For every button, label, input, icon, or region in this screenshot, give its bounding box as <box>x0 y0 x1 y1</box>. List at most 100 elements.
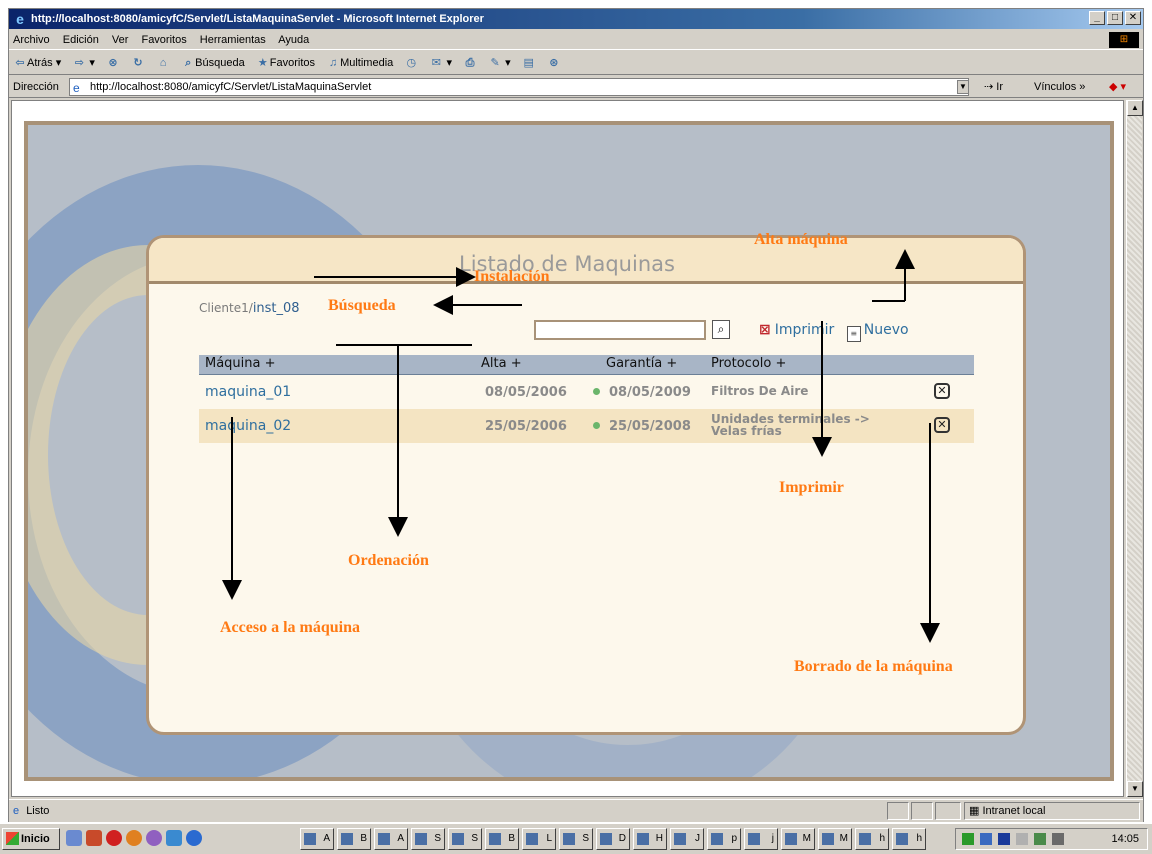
annotation-alta: Alta máquina <box>754 231 848 248</box>
edit-icon: ✎ <box>490 57 500 69</box>
alta-date: 25/05/2006 <box>485 419 567 434</box>
window-title: http://localhost:8080/amicyfC/Servlet/Li… <box>31 13 484 25</box>
start-button[interactable]: Inicio <box>2 828 60 850</box>
tool-icon[interactable] <box>86 830 102 846</box>
task-button[interactable]: S <box>448 828 482 850</box>
media-icon: ♫ <box>328 57 338 69</box>
sort-garantia-header[interactable]: Garantía + <box>606 356 677 371</box>
stop-app-icon[interactable] <box>106 830 122 846</box>
multimedia-button[interactable]: ♫ Multimedia <box>326 51 393 75</box>
task-button[interactable]: S <box>559 828 593 850</box>
new-link[interactable]: ≡ Nuevo <box>839 322 909 342</box>
home-button[interactable]: ⌂ <box>156 51 170 75</box>
windows-flag-icon <box>6 832 19 845</box>
messenger-button[interactable]: ⊛ <box>547 51 561 75</box>
vertical-scrollbar[interactable]: ▲ ▼ <box>1126 100 1143 797</box>
sort-alta-header[interactable]: Alta + <box>481 356 522 371</box>
scroll-down-icon[interactable]: ▼ <box>1127 781 1143 797</box>
sort-machine-header[interactable]: Máquina + <box>205 356 276 371</box>
forward-button[interactable]: ⇨ ▾ <box>72 51 95 75</box>
task-button[interactable]: S <box>411 828 445 850</box>
go-label: Ir <box>996 81 1004 93</box>
tray-users-icon[interactable] <box>980 833 992 845</box>
delete-icon[interactable]: ✕ <box>934 417 950 433</box>
action-links: ⊠ Imprimir ≡ Nuevo <box>759 322 909 342</box>
mail-button[interactable]: ✉ ▾ <box>429 51 452 75</box>
volume-icon[interactable] <box>1016 833 1028 845</box>
print-label: Imprimir <box>774 322 835 338</box>
stop-button[interactable]: ⊗ <box>106 51 120 75</box>
messenger-icon: ⊛ <box>549 57 559 69</box>
task-button[interactable]: B <box>337 828 371 850</box>
discuss-button[interactable]: ▤ <box>522 51 536 75</box>
sort-protocolo-header[interactable]: Protocolo + <box>711 356 786 371</box>
garantia-date: 08/05/2009 <box>609 385 691 400</box>
favorites-button[interactable]: ★ Favoritos <box>256 51 315 75</box>
edit-button[interactable]: ✎ ▾ <box>488 51 510 75</box>
menu-archivo[interactable]: Archivo <box>13 34 50 46</box>
breadcrumb-client[interactable]: Cliente1/ <box>199 301 253 315</box>
network-icon[interactable] <box>166 830 182 846</box>
task-button[interactable]: A <box>300 828 334 850</box>
tray-app-icon[interactable] <box>962 833 974 845</box>
menu-ayuda[interactable]: Ayuda <box>278 34 309 46</box>
links-label: Vínculos <box>1034 81 1077 93</box>
menu-favoritos[interactable]: Favoritos <box>141 34 186 46</box>
task-button[interactable]: J <box>670 828 704 850</box>
task-button[interactable]: M <box>781 828 815 850</box>
print-link[interactable]: ⊠ Imprimir <box>759 322 834 338</box>
search-input[interactable] <box>534 320 706 340</box>
back-button[interactable]: ⇦ Atrás ▾ <box>13 51 61 75</box>
app-icon[interactable] <box>146 830 162 846</box>
address-dropdown-button[interactable]: ▼ <box>957 80 969 94</box>
page-icon: e <box>73 81 80 95</box>
task-button[interactable]: j <box>744 828 778 850</box>
menu-herramientas[interactable]: Herramientas <box>200 34 266 46</box>
links-button[interactable]: Vínculos » <box>1034 76 1085 98</box>
task-button[interactable]: B <box>485 828 519 850</box>
task-button[interactable]: h <box>892 828 926 850</box>
delete-icon[interactable]: ✕ <box>934 383 950 399</box>
scroll-up-icon[interactable]: ▲ <box>1127 100 1143 116</box>
desktop-icon[interactable] <box>66 830 82 846</box>
ie-quick-icon[interactable] <box>186 830 202 846</box>
task-button[interactable]: M <box>818 828 852 850</box>
menu-edicion[interactable]: Edición <box>63 34 99 46</box>
task-button[interactable]: H <box>633 828 667 850</box>
refresh-button[interactable]: ↻ <box>131 51 145 75</box>
clock: 14:05 <box>1111 833 1139 845</box>
multimedia-label: Multimedia <box>340 57 394 69</box>
machine-link[interactable]: maquina_01 <box>205 384 291 400</box>
maximize-button[interactable]: □ <box>1107 11 1123 25</box>
go-button[interactable]: ⇢ Ir <box>984 76 1003 98</box>
security-zone: ▦ Intranet local <box>964 802 1140 820</box>
address-input[interactable]: e http://localhost:8080/amicyfC/Servlet/… <box>69 78 969 96</box>
stop-icon: ⊗ <box>108 57 118 69</box>
breadcrumb-installation[interactable]: inst_08 <box>253 301 300 316</box>
discuss-icon: ▤ <box>523 57 534 69</box>
history-button[interactable]: ◷ <box>404 51 418 75</box>
toolbar: ⇦ Atrás ▾ ⇨ ▾ ⊗ ↻ ⌂ ⌕ Búsqueda ★ Favoritos … <box>9 51 1143 75</box>
menu-ver[interactable]: Ver <box>112 34 129 46</box>
machine-link[interactable]: maquina_02 <box>205 418 291 434</box>
page-status-icon: e <box>13 805 20 817</box>
tray-vc-icon[interactable] <box>1034 833 1046 845</box>
search-button[interactable]: ⌕ Búsqueda <box>181 51 245 75</box>
minimize-button[interactable]: _ <box>1089 11 1105 25</box>
network-tray-icon[interactable] <box>1052 833 1064 845</box>
task-button[interactable]: p <box>707 828 741 850</box>
search-label: Búsqueda <box>195 57 245 69</box>
language-icon[interactable] <box>998 833 1010 845</box>
document-icon: ≡ <box>846 326 861 342</box>
close-button[interactable]: ✕ <box>1125 11 1141 25</box>
task-button[interactable]: D <box>596 828 630 850</box>
task-button[interactable]: L <box>522 828 556 850</box>
task-button[interactable]: h <box>855 828 889 850</box>
print-toolbar-button[interactable]: ⎙ <box>463 51 477 75</box>
task-button[interactable]: A <box>374 828 408 850</box>
firefox-icon[interactable] <box>126 830 142 846</box>
content-viewport: Listado de Maquinas Cliente1/inst_08 ⌕ ⊠… <box>11 100 1124 797</box>
extension-icon[interactable]: ◆ ▾ <box>1109 76 1126 98</box>
table-header: Máquina + Alta + Garantía + Protocolo + <box>199 355 974 375</box>
search-submit-icon[interactable]: ⌕ <box>712 320 730 339</box>
